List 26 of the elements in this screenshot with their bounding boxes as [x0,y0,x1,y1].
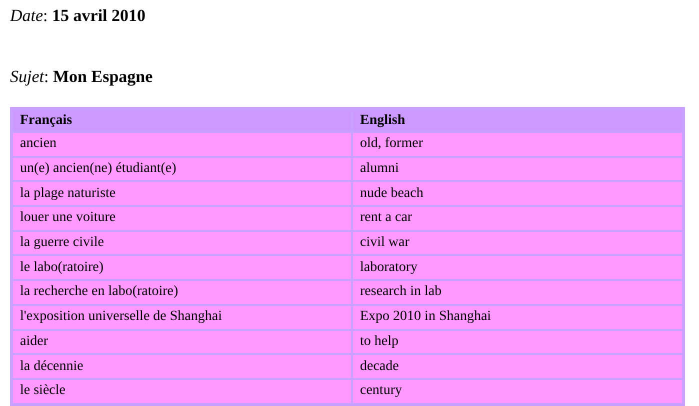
table-cell: aider [12,330,352,354]
table-cell: research in lab [352,280,683,305]
column-header: English [352,109,683,132]
table-cell: rent a car [352,206,683,231]
table-cell: l'exposition universelle de Shanghai [12,304,352,330]
table-cell: louer une voiture [12,206,352,231]
table-cell: alumni [352,156,683,182]
table-cell: la décennie [12,354,352,379]
table-cell: Expo 2010 in Shanghai [352,304,683,330]
table-cell: nude beach [352,181,683,206]
table-cell: un(e) ancien(ne) étudiant(e) [12,156,352,182]
table-cell: to help [352,330,683,354]
date-line: Date: 15 avril 2010 [10,6,146,26]
table-cell: ancien [12,132,352,157]
table-cell: le siècle [12,378,352,404]
table-cell: la guerre civile [12,230,352,256]
table-cell: la recherche en labo(ratoire) [12,280,352,305]
table-cell: la plage naturiste [12,181,352,206]
table-cell: old, former [352,132,683,157]
table-cell: laboratory [352,255,683,280]
table-cell: le labo(ratoire) [12,255,352,280]
table-cell: decade [352,354,683,379]
subject-line: Sujet: Mon Espagne [10,67,153,87]
table-cell: civil war [352,230,683,256]
table-cell: century [352,378,683,404]
column-header: Français [12,109,352,132]
